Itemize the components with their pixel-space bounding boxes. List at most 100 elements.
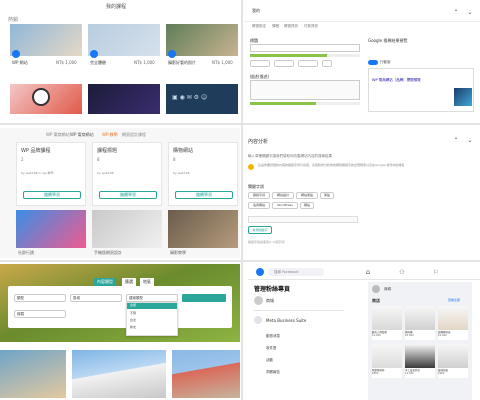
menu-item[interactable]: 動態消息 [266, 334, 280, 339]
search-button[interactable] [182, 294, 226, 302]
dropdown-item[interactable]: 台北 [127, 318, 177, 325]
chevron-up-icon[interactable]: ⌃ [452, 8, 460, 16]
page-avatar[interactable] [254, 296, 263, 305]
keyword-tag[interactable]: 關鍵字詞 [248, 192, 270, 199]
keyword-tag[interactable]: 架設 [320, 192, 334, 199]
product-image [372, 344, 402, 368]
tab-label[interactable]: WP 電商網站 [70, 132, 94, 138]
keyword-tag[interactable]: 網站 [300, 202, 314, 209]
continue-button[interactable]: 繼續學習 [175, 191, 233, 199]
flag-icon[interactable]: ⚐ [432, 268, 440, 276]
tab-info[interactable]: 帳號資訊 [284, 24, 298, 29]
keyword-tag[interactable]: WordPress [272, 202, 298, 209]
facebook-logo-icon[interactable] [256, 268, 264, 276]
keyword-input[interactable] [248, 216, 358, 223]
tab-label[interactable]: 網頁設計課程 [122, 132, 146, 138]
user-icon [12, 50, 20, 58]
property-image[interactable] [0, 350, 66, 398]
product-card[interactable]: 陶瓷咖啡杯 $800 [372, 344, 402, 378]
dropdown-item-selected[interactable]: 全部 [127, 303, 177, 309]
keyword-tag[interactable]: 電商網站 [248, 202, 270, 209]
menu-item[interactable]: 收件匣 [266, 346, 277, 351]
tab-courses[interactable]: 課程 [272, 24, 279, 29]
description-textarea[interactable] [250, 80, 360, 100]
course-card[interactable]: 攝影好看的照片 NT$ 1,000 [166, 24, 238, 74]
keyword-tag[interactable]: 網站設計 [272, 192, 294, 199]
insert-variable-button[interactable] [322, 60, 332, 67]
chevron-up-icon[interactable]: ⌃ [452, 136, 460, 144]
continue-button[interactable]: 繼續學習 [23, 191, 81, 199]
product-card[interactable]: 麵包刀具套組 $1,200 [372, 306, 402, 340]
course-box: 購物網站 8 by web168 繼續學習 [168, 142, 238, 206]
course-stat: 8 [97, 157, 100, 162]
shop-label: 商店 [372, 298, 380, 303]
insert-variable-button[interactable] [298, 60, 318, 67]
chevron-down-icon[interactable]: ⌄ [466, 136, 474, 144]
tab-account[interactable]: 帳號設定 [252, 24, 266, 29]
dropdown-list: 全部 不限 台北 新北 [126, 302, 178, 336]
product-card[interactable]: 旋轉咖啡壺 $2,400 [438, 306, 468, 340]
menu-item[interactable]: 洞察報告 [266, 370, 280, 375]
tab-region[interactable]: 地區 [140, 278, 154, 286]
meta-suite-label[interactable]: Meta Business Suite [266, 318, 306, 323]
keyword-tag[interactable]: 網站架設 [296, 192, 318, 199]
insert-variable-button[interactable] [250, 60, 270, 67]
tab-label-active[interactable]: WP 教學 [102, 132, 118, 138]
property-image[interactable] [72, 350, 166, 398]
product-card[interactable]: 咖啡機 $3,600 [405, 306, 435, 340]
course-image[interactable] [168, 210, 238, 248]
add-keyword-button[interactable]: 新增關鍵字 [248, 226, 272, 234]
product-card[interactable]: 手工皮革錢包 $1,500 [405, 344, 435, 378]
tab-filter[interactable]: 篩選 [122, 278, 136, 286]
dropdown-item[interactable]: 新北 [127, 325, 177, 332]
dropdown-item[interactable]: 不限 [127, 311, 177, 318]
home-icon[interactable]: ⌂ [364, 268, 372, 276]
tab-payment[interactable]: 付款資訊 [304, 24, 318, 29]
google-preview-title: Google 搜尋結果預覽 [368, 38, 408, 43]
app-icons: ▣ ◉ ✉ ⚙ ☺ [172, 94, 208, 101]
course-image[interactable] [16, 210, 86, 248]
select-area[interactable]: 區域 [70, 294, 122, 302]
user-icon [90, 50, 98, 58]
friends-icon[interactable]: ⚇ [398, 268, 406, 276]
select-price[interactable]: 總價 [14, 310, 66, 318]
header-bar [244, 0, 480, 22]
wp-courses-panel: WP 電商網站 WP 電商網站 WP 教學 網頁設計課程 WP 品牌課程 2 b… [0, 128, 240, 258]
panel-subtitle: 輸入準確關鍵字讓我們幫助你改善網站內容的搜尋結果 [248, 154, 332, 158]
product-image [405, 306, 435, 330]
tab-active[interactable]: 我的 [252, 8, 260, 14]
continue-button[interactable]: 繼續學習 [99, 191, 157, 199]
course-thumbnail[interactable] [88, 84, 160, 114]
property-image[interactable] [172, 350, 240, 398]
course-image[interactable] [92, 210, 162, 248]
property-search-panel: 內容類型 篩選 地區 類型 區域 建案類型 總價 全部 不限 台北 新北 [0, 264, 240, 400]
clock-icon [32, 88, 50, 106]
menu-item[interactable]: 活動 [266, 358, 273, 363]
insert-variable-button[interactable] [274, 60, 294, 67]
product-card[interactable]: 玻璃花瓶 $900 [438, 344, 468, 378]
search-input[interactable]: 搜尋 Facebook [268, 268, 324, 276]
chevron-down-icon[interactable]: ⌄ [466, 8, 474, 16]
course-name: 完全體驗 [90, 60, 106, 65]
mobile-toggle[interactable] [368, 60, 378, 65]
select-type[interactable]: 類型 [14, 294, 66, 302]
preview-label: WP 電商網站（品牌）標題預覽 [372, 78, 421, 82]
tab-label[interactable]: WP 電商網站 [46, 132, 70, 138]
course-title: 購物網站 [173, 148, 194, 154]
course-price: NT$ 1,000 [212, 60, 233, 65]
course-note: by web168 in wp 教學 [21, 171, 54, 175]
course-card[interactable]: 完全體驗 NT$ 1,000 [88, 24, 160, 74]
page-name[interactable]: 商城 [266, 298, 274, 304]
lightbulb-icon [248, 164, 254, 170]
course-note: by web168 [173, 171, 190, 175]
see-all-link[interactable]: 查看全部 [448, 298, 460, 302]
title-input[interactable] [250, 44, 360, 52]
course-thumbnail [166, 24, 238, 56]
product-price: $2,400 [438, 334, 447, 337]
course-stat: 8 [173, 157, 176, 162]
page-title: 我的課程 [106, 4, 127, 10]
info-text: 這是你要評價的內容的關鍵字評分系統，系統將會分析你的網頁關鍵字的出現頻率以及在G… [258, 163, 405, 167]
select-building[interactable]: 建案類型 [126, 294, 178, 302]
course-card[interactable]: WP 網站 NT$ 1,000 [10, 24, 82, 74]
tab-content-type[interactable]: 內容類型 [94, 278, 116, 286]
